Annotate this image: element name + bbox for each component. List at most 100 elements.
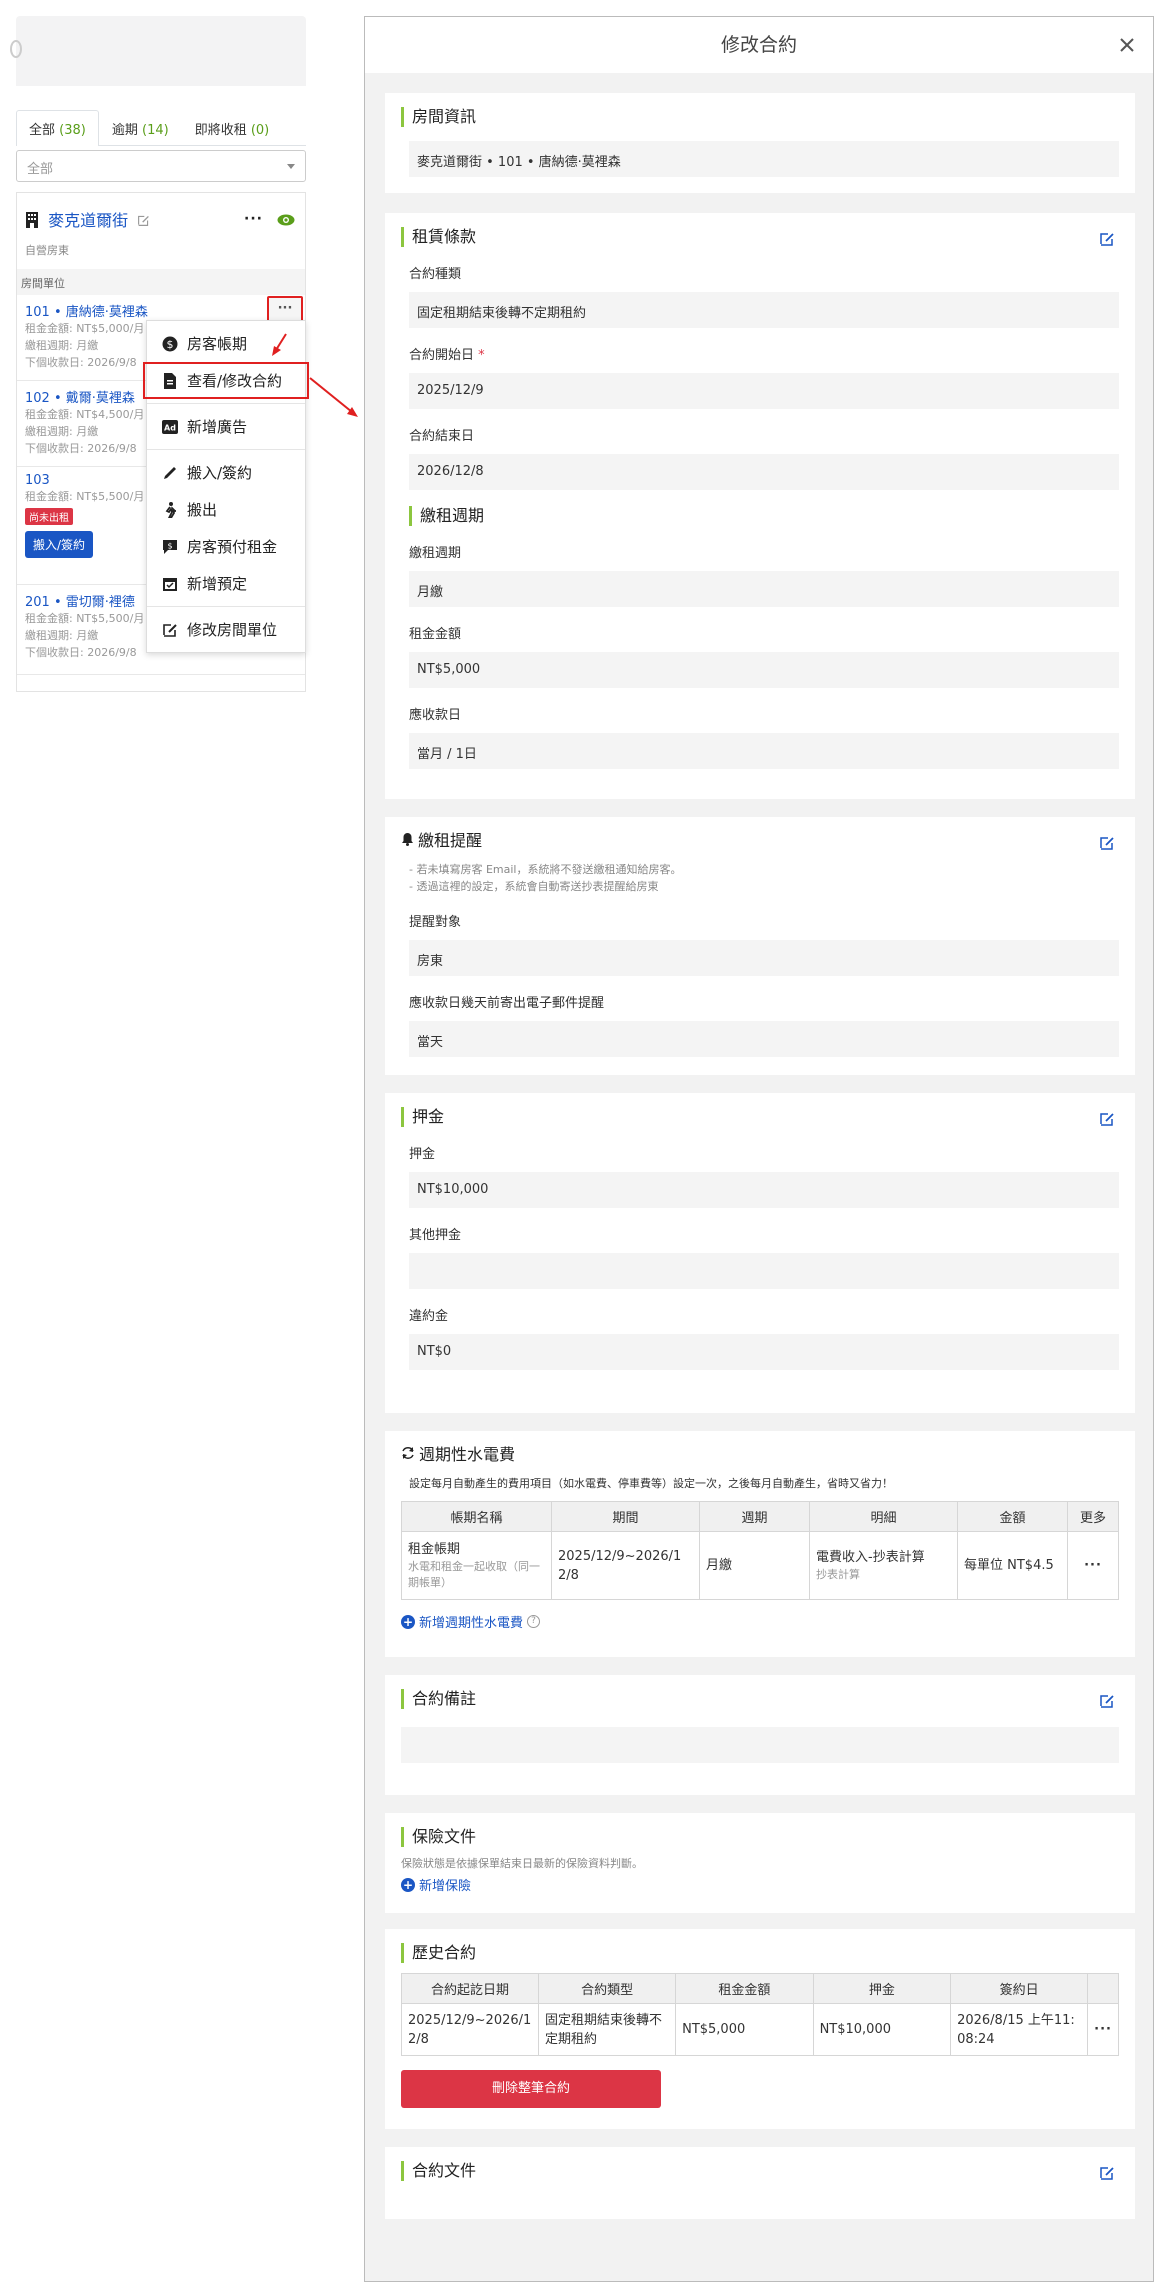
table-row[interactable]: 租金帳期 水電和租金一起收取（同一期帳單） 2025/12/9~2026/12/8… (401, 1531, 1119, 1600)
required-mark: * (478, 348, 485, 363)
room-info-value: 麥克道爾街 • 101 • 唐納德·莫裡森 (409, 141, 1119, 177)
refresh-icon (401, 1445, 415, 1465)
section-title: 週期性水電費 (401, 1445, 1119, 1465)
menu-item-label: 修改房間單位 (187, 621, 278, 639)
toggle-handle[interactable] (10, 40, 22, 58)
column-header: 更多 (1067, 1501, 1119, 1532)
tab-overdue[interactable]: 逾期 (14) (99, 110, 182, 146)
menu-item-add-booking[interactable]: 新增預定 (147, 565, 305, 602)
menu-item-label: 新增預定 (187, 575, 248, 593)
building-name[interactable]: 麥克道爾街 (48, 207, 128, 231)
table-header-row: 合約起訖日期 合約類型 租金金額 押金 簽約日 (400, 1973, 1119, 2004)
section-label: 房間單位 (17, 269, 305, 295)
cell-name: 租金帳期 水電和租金一起收取（同一期帳單） (401, 1531, 552, 1600)
reminder-card: 繳租提醒 - 若未填寫房客 Email，系統將不發送繳租通知給房客。 - 透過這… (385, 817, 1135, 1075)
rent-amount-field[interactable]: NT$5,000 (409, 652, 1119, 688)
cell-deposit: NT$10,000 (812, 2003, 952, 2056)
edit-icon[interactable] (137, 212, 150, 231)
field-label: 其他押金 (409, 1228, 462, 1243)
section-title: 繳租提醒 (401, 831, 1119, 851)
deposit-card: 押金 押金 NT$10,000 其他押金 違約金 NT$0 (385, 1093, 1135, 1413)
svg-text:$: $ (167, 338, 174, 351)
due-day-field[interactable]: 當月 / 1日 (409, 733, 1119, 769)
close-icon[interactable] (1113, 31, 1141, 59)
lease-terms-card: 租賃條款 合約種類 固定租期結束後轉不定期租約 合約開始日 * 2025/12/… (385, 213, 1135, 799)
section-title: 房間資訊 (401, 107, 1119, 127)
modal-title: 修改合約 (720, 34, 797, 56)
edit-icon[interactable] (1099, 835, 1115, 851)
menu-item-prepay[interactable]: $ 房客預付租金 (147, 528, 305, 565)
annotation-arrows (272, 333, 358, 417)
delete-contract-button[interactable]: 刪除整筆合約 (401, 2070, 661, 2108)
reminder-days-field[interactable]: 當天 (409, 1021, 1119, 1057)
add-insurance-link[interactable]: + 新增保險 (401, 1875, 1119, 1894)
field-label: 合約開始日 * (409, 348, 485, 363)
table-header-row: 帳期名稱 期間 週期 明細 金額 更多 (401, 1501, 1119, 1532)
tab-upcoming[interactable]: 即將收租 (0) (182, 110, 283, 146)
add-utility-link[interactable]: + 新增週期性水電費 ? (401, 1612, 1119, 1631)
cell-dates: 2025/12/9~2026/12/8 (400, 2003, 540, 2056)
plus-icon: + (401, 1877, 415, 1892)
ad-icon: Ad (161, 418, 179, 436)
table-row[interactable]: 2025/12/9~2026/12/8 固定租期結束後轉不定期租約 NT$5,0… (400, 2003, 1119, 2056)
menu-item-edit-unit[interactable]: 修改房間單位 (147, 611, 305, 648)
menu-divider (147, 606, 305, 607)
filter-select[interactable]: 全部 (16, 150, 306, 182)
walking-icon (161, 501, 179, 519)
cell-cycle: 月繳 (699, 1531, 810, 1600)
start-date-field[interactable]: 2025/12/9 (409, 373, 1119, 409)
field-label: 提醒對象 (409, 915, 462, 930)
contract-type-field[interactable]: 固定租期結束後轉不定期租約 (409, 292, 1119, 328)
edit-icon[interactable] (1099, 2165, 1115, 2181)
unit-filter-tabs: 全部 (38) 逾期 (14) 即將收租 (0) (16, 110, 306, 146)
modal-header: 修改合約 (365, 17, 1153, 73)
field-label: 租金金額 (409, 627, 462, 642)
section-title: 歷史合約 (401, 1943, 1119, 1963)
cell-detail: 電費收入-抄表計算 抄表計算 (809, 1531, 958, 1600)
payment-cycle-field[interactable]: 月繳 (409, 571, 1119, 607)
building-subtitle: 自營房東 (25, 244, 69, 257)
more-icon[interactable]: ··· (244, 211, 263, 227)
other-deposit-field[interactable] (409, 1253, 1119, 1289)
reminder-target-field[interactable]: 房東 (409, 940, 1119, 976)
tab-all[interactable]: 全部 (38) (16, 110, 99, 146)
bell-icon (401, 831, 414, 851)
cell-amount: 每單位 NT$4.5 (957, 1531, 1068, 1600)
calendar-icon (161, 575, 179, 593)
field-label: 押金 (409, 1147, 436, 1162)
row-more-button[interactable]: ··· (1067, 1531, 1119, 1600)
move-in-button[interactable]: 搬入/簽約 (25, 531, 94, 558)
column-header: 合約起訖日期 (400, 1973, 540, 2004)
end-date-field[interactable]: 2026/12/8 (409, 454, 1119, 490)
utilities-card: 週期性水電費 設定每月自動產生的費用項目（如水電費、停車費等）設定一次，之後每月… (385, 1431, 1135, 1657)
column-header: 帳期名稱 (401, 1501, 552, 1532)
unit-name[interactable]: 101 • 唐納德·莫裡森 (25, 301, 297, 320)
column-header (1087, 1973, 1119, 2004)
cell-type: 固定租期結束後轉不定期租約 (538, 2003, 677, 2056)
column-header: 週期 (699, 1501, 810, 1532)
edit-icon[interactable] (1099, 1111, 1115, 1127)
penalty-field[interactable]: NT$0 (409, 1334, 1119, 1370)
building-header: 麥克道爾街 ··· 自營房東 (17, 193, 305, 269)
eye-icon[interactable] (277, 211, 295, 230)
edit-icon[interactable] (1099, 1693, 1115, 1709)
menu-divider (147, 449, 305, 450)
remarks-field[interactable] (401, 1727, 1119, 1763)
edit-icon[interactable] (1099, 231, 1115, 247)
deposit-field[interactable]: NT$10,000 (409, 1172, 1119, 1208)
column-header: 押金 (812, 1973, 952, 2004)
help-icon[interactable]: ? (527, 1615, 541, 1628)
menu-item-move-in[interactable]: 搬入/簽約 (147, 454, 305, 491)
edit-icon (161, 621, 179, 639)
section-title: 合約備註 (401, 1689, 1119, 1709)
menu-item-label: 房客預付租金 (187, 538, 278, 556)
section-title: 租賃條款 (401, 227, 1119, 247)
menu-item-move-out[interactable]: 搬出 (147, 491, 305, 528)
section-title: 押金 (401, 1107, 1119, 1127)
remarks-card: 合約備註 (385, 1675, 1135, 1795)
cell-period: 2025/12/9~2026/12/8 (551, 1531, 700, 1600)
row-more-button[interactable]: ··· (1087, 2003, 1119, 2056)
insurance-note: 保險狀態是依據保單結束日最新的保險資料判斷。 (401, 1857, 643, 1870)
prepay-icon: $ (161, 538, 179, 556)
column-header: 租金金額 (675, 1973, 814, 2004)
